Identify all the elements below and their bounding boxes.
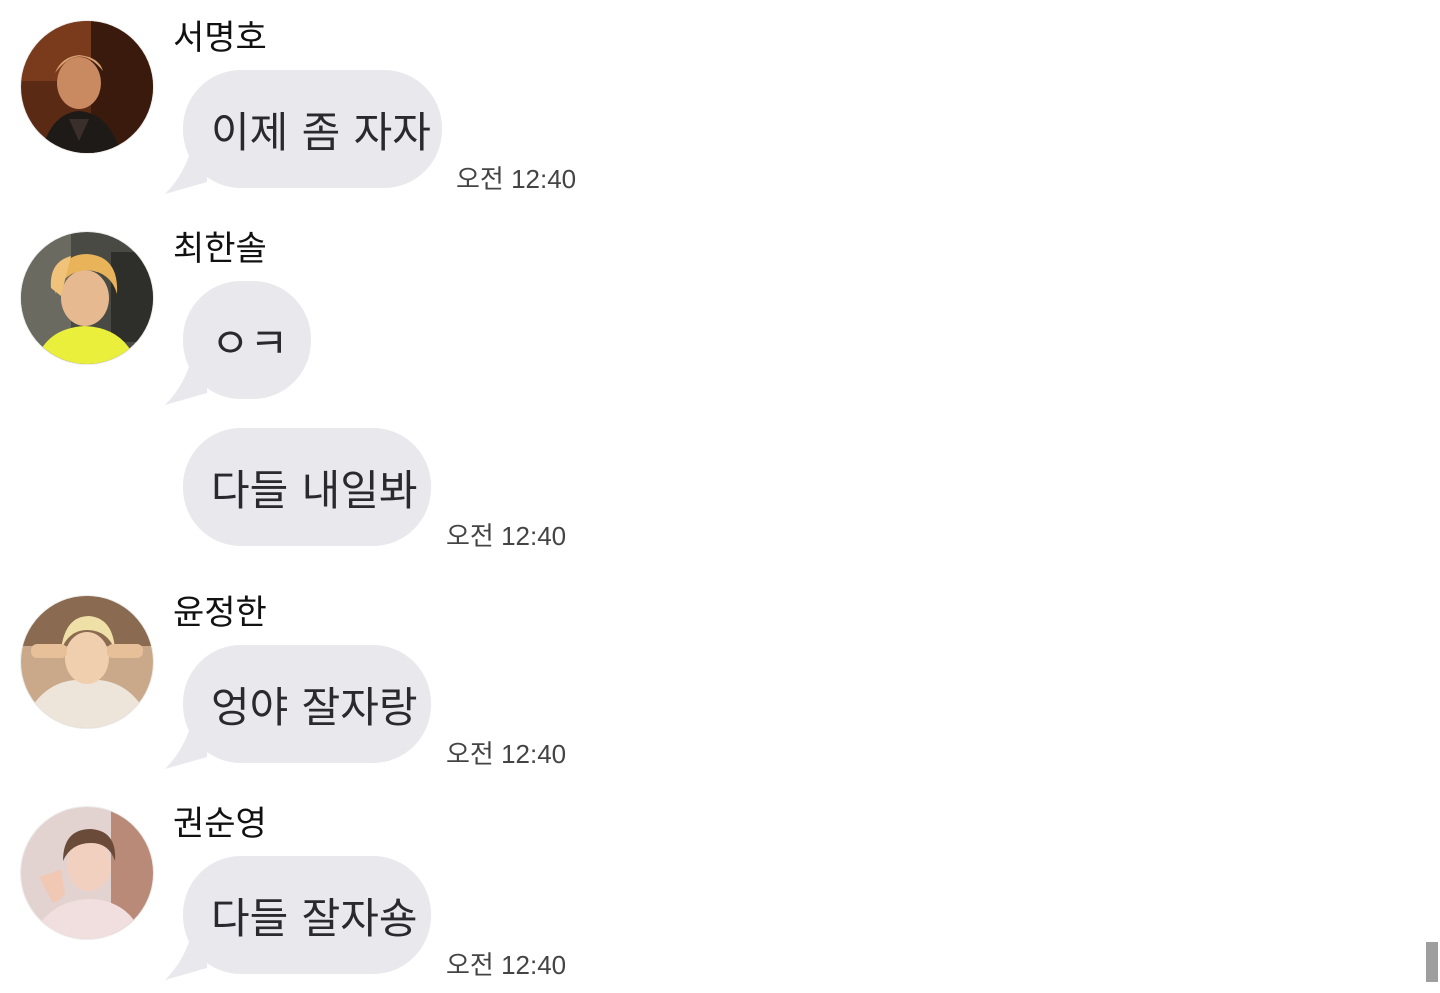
message-timestamp: 오전 12:40 — [446, 521, 567, 551]
avatar-sender-1[interactable] — [21, 21, 153, 153]
message-text: 이제 좀 자자 — [211, 107, 431, 157]
chat-message-list: 서명호 이제 좀 자자 오전 12:40 최한솔 ㅇㅋ 다들 내일봐 오전 12… — [0, 0, 1440, 993]
avatar-sender-3[interactable] — [21, 596, 153, 728]
scrollbar-thumb[interactable] — [1426, 942, 1438, 982]
message-text: 다들 잘자숑 — [211, 893, 418, 943]
profile-photo-icon — [21, 232, 153, 364]
sender-name: 서명호 — [173, 18, 267, 58]
message-bubble[interactable]: 이제 좀 자자 — [183, 70, 442, 188]
message-bubble[interactable]: 다들 내일봐 — [183, 428, 431, 546]
message-bubble[interactable]: 엉야 잘자랑 — [183, 645, 431, 763]
message-bubble[interactable]: ㅇㅋ — [183, 281, 311, 399]
message-timestamp: 오전 12:40 — [456, 164, 577, 194]
avatar-sender-2[interactable] — [21, 232, 153, 364]
profile-photo-icon — [21, 596, 153, 728]
message-text: ㅇㅋ — [211, 318, 289, 368]
sender-name: 권순영 — [173, 804, 267, 844]
profile-photo-icon — [21, 807, 153, 939]
sender-name: 최한솔 — [173, 229, 267, 269]
message-text: 다들 내일봐 — [211, 465, 418, 515]
message-text: 엉야 잘자랑 — [211, 682, 418, 732]
message-bubble[interactable]: 다들 잘자숑 — [183, 856, 431, 974]
avatar-sender-4[interactable] — [21, 807, 153, 939]
sender-name: 윤정한 — [173, 593, 267, 633]
message-timestamp: 오전 12:40 — [446, 950, 567, 980]
profile-photo-icon — [21, 21, 153, 153]
message-timestamp: 오전 12:40 — [446, 739, 567, 769]
